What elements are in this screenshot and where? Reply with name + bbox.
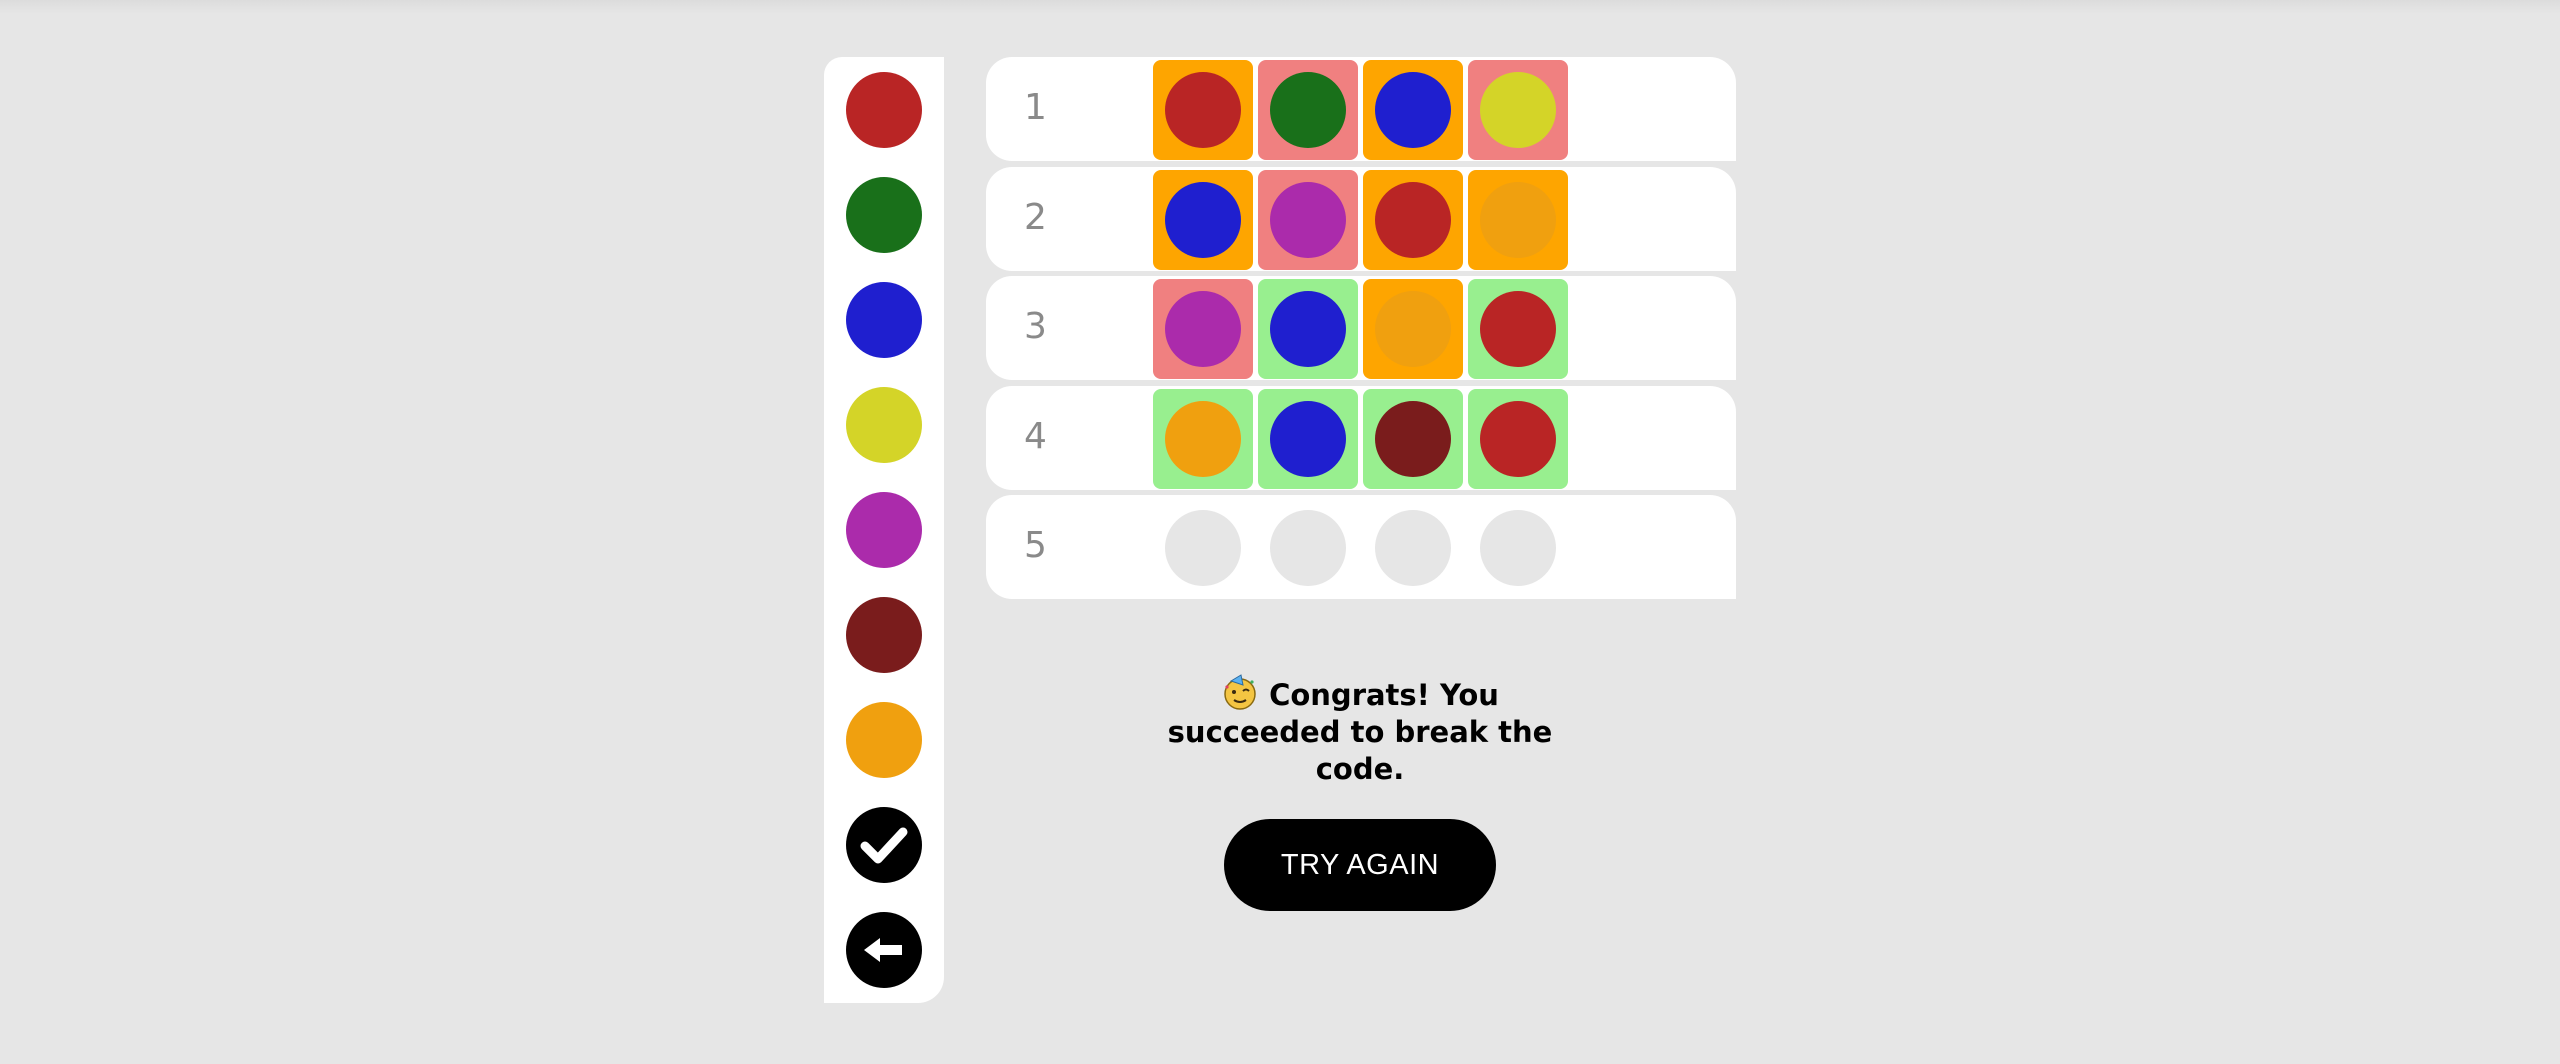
peg-slot xyxy=(1468,279,1568,379)
row-number: 1 xyxy=(1024,87,1047,128)
peg xyxy=(1270,72,1346,148)
peg xyxy=(1165,510,1241,586)
peg xyxy=(1480,181,1556,258)
peg-slot xyxy=(1363,169,1463,270)
guess-row-2: 2 xyxy=(986,166,1736,271)
peg-slot[interactable] xyxy=(1153,498,1253,598)
peg-slot xyxy=(1153,60,1253,160)
peg-slot xyxy=(1258,388,1358,489)
peg xyxy=(1165,181,1241,258)
peg xyxy=(1480,291,1556,367)
peg-slot xyxy=(1468,60,1568,160)
peg xyxy=(1165,291,1241,367)
row-number: 5 xyxy=(1024,525,1047,566)
peg-slot xyxy=(1468,169,1568,270)
peg-slot xyxy=(1363,388,1463,489)
palette-color-red[interactable] xyxy=(846,72,922,148)
row-number: 2 xyxy=(1024,196,1047,238)
result-message: Congrats! You succeeded to break the cod… xyxy=(1130,673,1590,788)
peg-slot[interactable] xyxy=(1363,498,1463,598)
peg-slot xyxy=(1258,169,1358,270)
peg xyxy=(1270,400,1346,477)
peg-slot xyxy=(1363,279,1463,379)
peg-slot xyxy=(1153,169,1253,270)
peg xyxy=(1270,510,1346,586)
peg xyxy=(1480,72,1556,148)
peg xyxy=(1375,510,1451,586)
checkmark-icon xyxy=(860,827,908,864)
peg xyxy=(1480,400,1556,477)
palette-color-maroon[interactable] xyxy=(846,597,922,673)
palette-color-green[interactable] xyxy=(846,177,922,253)
peg-slot[interactable] xyxy=(1258,498,1358,598)
party-face-icon xyxy=(1221,673,1259,711)
backspace-arrow-icon xyxy=(864,938,902,962)
peg-slot xyxy=(1363,60,1463,160)
try-again-button[interactable]: TRY AGAIN xyxy=(1224,819,1496,911)
peg xyxy=(1270,291,1346,367)
top-shadow xyxy=(0,0,2560,14)
peg-slot xyxy=(1258,60,1358,160)
peg-slot xyxy=(1468,388,1568,489)
peg xyxy=(1165,72,1241,148)
guess-row-5: 5 xyxy=(986,495,1736,599)
peg-slot xyxy=(1153,279,1253,379)
palette-color-blue[interactable] xyxy=(846,282,922,358)
peg xyxy=(1165,400,1241,477)
color-palette xyxy=(824,57,944,1003)
guess-row-3: 3 xyxy=(986,276,1736,380)
peg xyxy=(1480,510,1556,586)
row-number: 4 xyxy=(1024,415,1047,457)
peg-slot xyxy=(1153,388,1253,489)
backspace-button[interactable] xyxy=(846,912,922,988)
peg-slot[interactable] xyxy=(1468,498,1568,598)
peg xyxy=(1375,400,1451,477)
peg xyxy=(1375,291,1451,367)
guess-row-1: 1 xyxy=(986,57,1736,161)
row-number: 3 xyxy=(1024,306,1047,347)
palette-color-orange[interactable] xyxy=(846,702,922,778)
peg-slot xyxy=(1258,279,1358,379)
peg xyxy=(1375,181,1451,258)
peg xyxy=(1270,181,1346,258)
confirm-guess-button[interactable] xyxy=(846,807,922,883)
guess-row-4: 4 xyxy=(986,385,1736,490)
palette-color-yellow[interactable] xyxy=(846,387,922,463)
peg xyxy=(1375,72,1451,148)
palette-color-purple[interactable] xyxy=(846,492,922,568)
